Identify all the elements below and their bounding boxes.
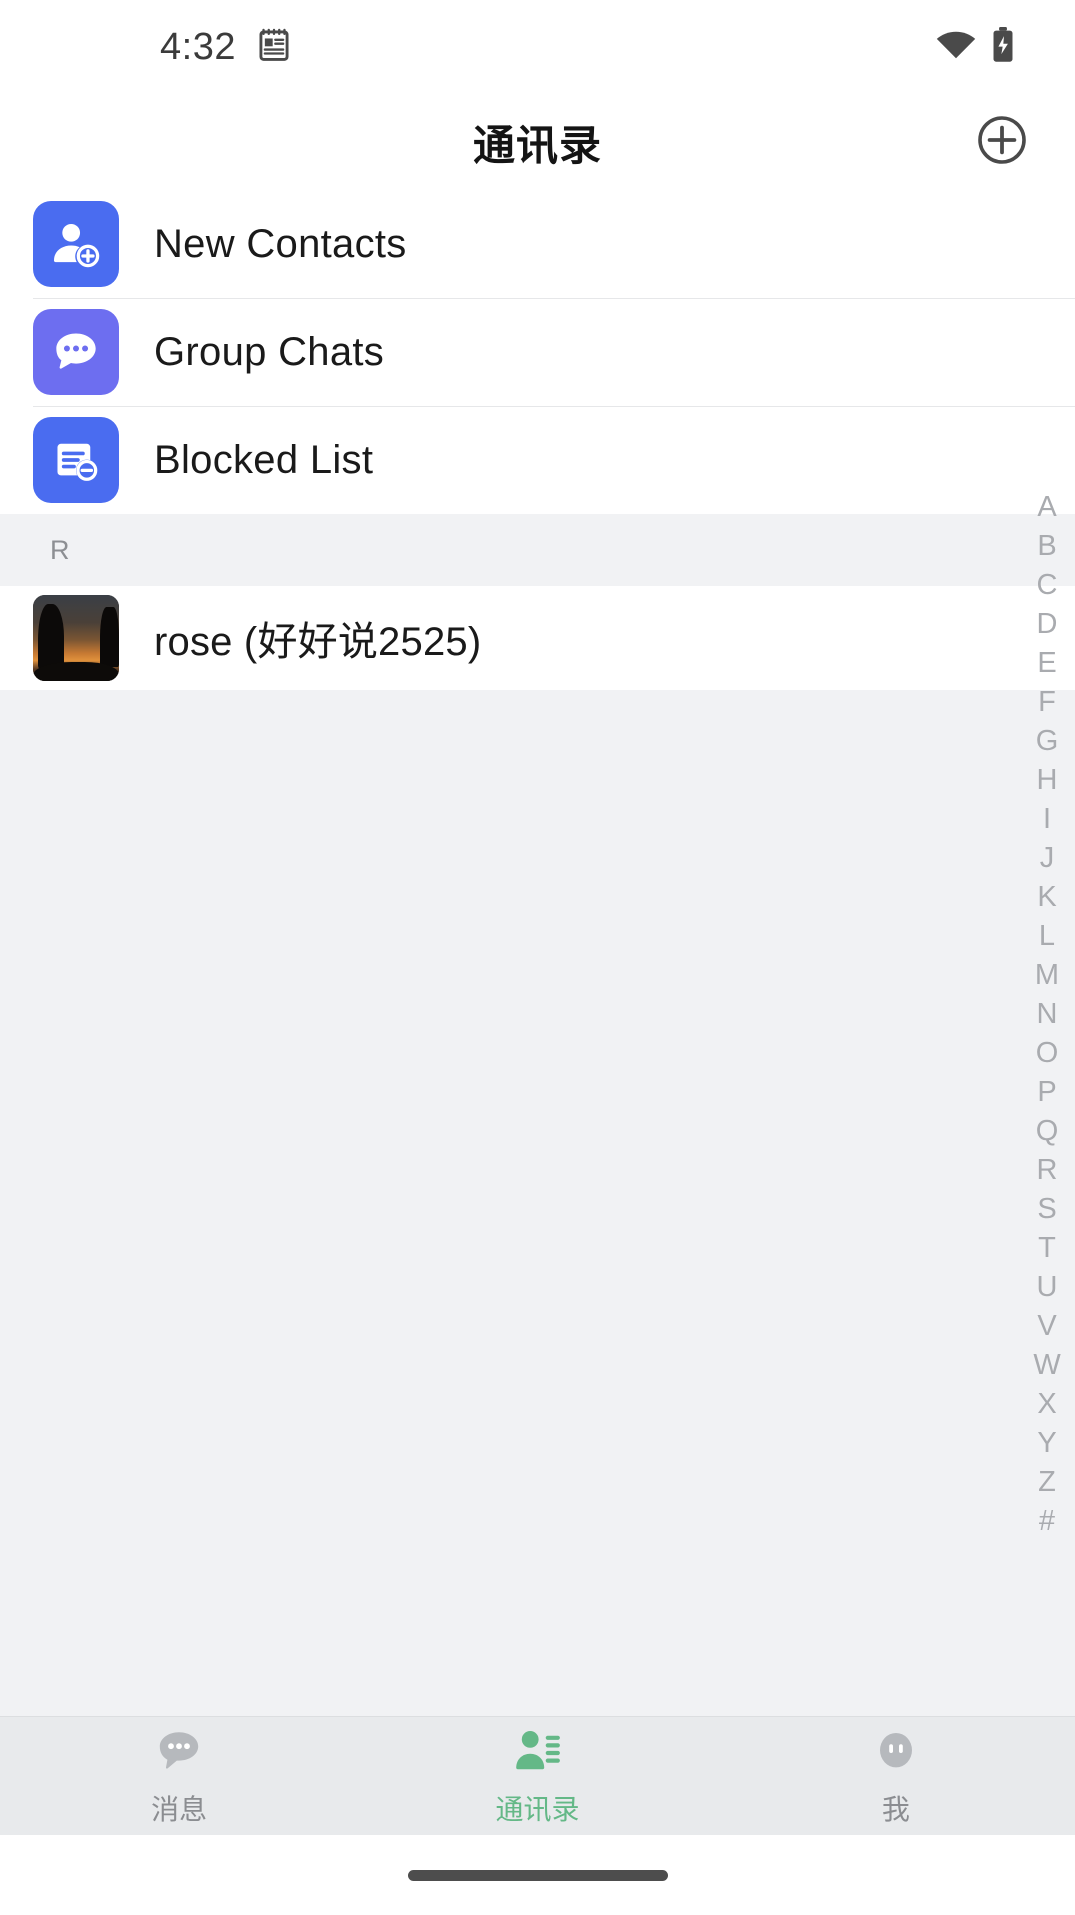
status-bar-right — [935, 27, 1015, 68]
plus-circle-icon — [976, 114, 1028, 171]
alpha-index-letter[interactable]: C — [1019, 566, 1075, 605]
person-add-icon — [33, 201, 119, 287]
alpha-index-letter[interactable]: L — [1019, 917, 1075, 956]
menu-item-group-chats[interactable]: Group Chats — [0, 298, 1075, 406]
section-header-r: R — [0, 514, 1075, 586]
alpha-index-letter[interactable]: Z — [1019, 1463, 1075, 1502]
calendar-icon — [258, 28, 290, 67]
alpha-index-letter[interactable]: U — [1019, 1268, 1075, 1307]
nav-tab-label: 我 — [881, 1793, 910, 1825]
alpha-index-letter[interactable]: V — [1019, 1307, 1075, 1346]
wifi-icon — [935, 29, 977, 66]
alpha-index-letter[interactable]: B — [1019, 527, 1075, 566]
alpha-index-letter[interactable]: O — [1019, 1034, 1075, 1073]
profile-face-icon — [870, 1725, 922, 1782]
alpha-index-letter[interactable]: F — [1019, 683, 1075, 722]
battery-charging-icon — [991, 27, 1015, 68]
alpha-index-letter[interactable]: # — [1019, 1502, 1075, 1541]
alpha-index-letter[interactable]: P — [1019, 1073, 1075, 1112]
alpha-index-letter[interactable]: G — [1019, 722, 1075, 761]
section-header-letter: R — [50, 534, 70, 565]
nav-tab-messages[interactable]: 消息 — [0, 1725, 358, 1828]
avatar-tree-right — [100, 607, 119, 668]
alpha-index-letter[interactable]: T — [1019, 1229, 1075, 1268]
alpha-index-letter[interactable]: H — [1019, 761, 1075, 800]
messages-bubble-icon — [153, 1725, 205, 1782]
menu-item-new-contacts[interactable]: New Contacts — [0, 190, 1075, 298]
alpha-index-letter[interactable]: Q — [1019, 1112, 1075, 1151]
avatar-ground — [33, 662, 119, 681]
add-contact-button[interactable] — [974, 115, 1030, 171]
avatar — [33, 595, 119, 681]
alpha-index-letter[interactable]: E — [1019, 644, 1075, 683]
nav-tab-profile[interactable]: 我 — [717, 1725, 1075, 1828]
nav-tab-label: 通讯录 — [495, 1793, 580, 1825]
nav-tab-contacts[interactable]: 通讯录 — [358, 1725, 716, 1828]
menu-item-blocked-list[interactable]: Blocked List — [0, 406, 1075, 514]
alpha-index-letter[interactable]: S — [1019, 1190, 1075, 1229]
status-bar: 4:32 — [0, 0, 1075, 95]
page-title: 通讯录 — [472, 122, 602, 169]
alpha-index-letter[interactable]: Y — [1019, 1424, 1075, 1463]
home-indicator-area — [0, 1835, 1075, 1915]
home-indicator[interactable] — [407, 1869, 668, 1881]
contact-list-item[interactable]: rose (好好说2525) — [0, 586, 1075, 690]
nav-tab-label: 消息 — [151, 1793, 208, 1825]
contacts-content: New Contacts Group Chats Blocked List R … — [0, 190, 1075, 1716]
alpha-index-letter[interactable]: X — [1019, 1385, 1075, 1424]
menu-item-label: Group Chats — [154, 329, 385, 374]
status-time: 4:32 — [160, 26, 236, 68]
contact-name: rose (好好说2525) — [154, 620, 482, 664]
alpha-index-letter[interactable]: W — [1019, 1346, 1075, 1385]
alphabet-index[interactable]: A B C D E F G H I J K L M N O P Q R S T … — [1019, 488, 1075, 1541]
chat-bubble-icon — [33, 309, 119, 395]
blocked-document-icon — [33, 417, 119, 503]
alpha-index-letter[interactable]: I — [1019, 800, 1075, 839]
alpha-index-letter[interactable]: J — [1019, 839, 1075, 878]
phone-screen: 4:32 通讯录 New Contacts Group Chats Blocke… — [0, 0, 1075, 1915]
contacts-person-icon — [511, 1725, 563, 1782]
avatar-tree-left — [38, 603, 64, 669]
alpha-index-letter[interactable]: N — [1019, 995, 1075, 1034]
bottom-navigation: 消息 通讯录 我 — [0, 1716, 1075, 1835]
alpha-index-letter[interactable]: K — [1019, 878, 1075, 917]
menu-item-label: New Contacts — [154, 221, 407, 266]
app-header: 通讯录 — [0, 95, 1075, 190]
status-bar-left: 4:32 — [160, 26, 290, 69]
quick-menu-list: New Contacts Group Chats Blocked List — [0, 190, 1075, 514]
menu-item-label: Blocked List — [154, 437, 374, 482]
alpha-index-letter[interactable]: D — [1019, 605, 1075, 644]
alpha-index-letter[interactable]: A — [1019, 488, 1075, 527]
alpha-index-letter[interactable]: R — [1019, 1151, 1075, 1190]
alpha-index-letter[interactable]: M — [1019, 956, 1075, 995]
